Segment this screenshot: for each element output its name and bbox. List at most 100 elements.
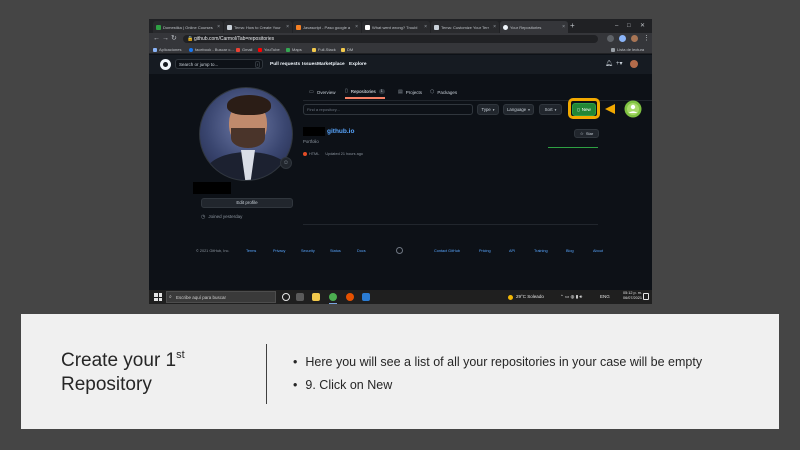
bookmark-youtube[interactable]: YouTube (258, 46, 280, 53)
user-avatar-small[interactable] (630, 60, 638, 68)
nav-marketplace[interactable]: Marketplace (317, 61, 345, 68)
package-icon: ⬡ (430, 89, 435, 95)
repository-name-link[interactable]: github.io (327, 127, 354, 136)
chevron-down-icon: ▾ (528, 107, 530, 112)
tab-packages[interactable]: ⬡ Packages (430, 85, 457, 99)
browser-tab[interactable]: Javascript - Paso google a × (293, 21, 361, 33)
minimize-icon[interactable]: – (615, 21, 618, 31)
system-clock[interactable]: 05:12 p. m. 06/07/2021 (623, 291, 642, 301)
browser-tab[interactable]: Domestika | Online Courses × (153, 21, 223, 33)
task-view-icon[interactable] (296, 293, 304, 301)
profile-avatar[interactable] (199, 87, 293, 181)
browser-tab[interactable]: What went wrong? Troubl × (362, 21, 430, 33)
plus-dropdown-icon[interactable]: +▾ (616, 60, 623, 69)
close-icon[interactable]: × (217, 24, 220, 30)
tab-projects[interactable]: ▤ Projects (398, 85, 422, 99)
footer-link[interactable]: API (509, 248, 515, 254)
type-filter-button[interactable]: Type ▾ (477, 104, 499, 115)
taskbar-search[interactable]: ⌕ (166, 291, 276, 303)
close-icon[interactable]: × (424, 24, 427, 30)
youtube-icon (258, 47, 262, 52)
extension-icon[interactable] (619, 35, 626, 42)
favicon-icon (434, 24, 439, 30)
weather-widget[interactable]: 29°C Soleado (508, 293, 544, 301)
activity-sparkline (548, 145, 598, 148)
bookmark-facebook[interactable]: facebook - Buscar c... (189, 46, 234, 53)
profile-avatar-icon[interactable] (631, 35, 638, 42)
reading-list[interactable]: Lista de lectura (611, 46, 644, 53)
window-close-icon[interactable]: ✕ (640, 21, 645, 31)
firefox-icon[interactable] (346, 293, 354, 301)
footer-link[interactable]: Security (301, 248, 315, 254)
find-repository-input[interactable] (307, 105, 467, 114)
pointer-arrow-icon (605, 100, 642, 118)
browser-tab[interactable]: Tema: Customize Your Terr × (431, 21, 499, 33)
repository-meta: HTML Updated 21 hours ago (303, 151, 363, 157)
nav-explore[interactable]: Explore (349, 61, 367, 68)
github-search[interactable]: / (175, 59, 263, 69)
footer-link[interactable]: Pricing (479, 248, 491, 254)
nav-pull-requests[interactable]: Pull requests (270, 61, 300, 68)
repo-icon: ▯ (345, 88, 348, 94)
footer-link[interactable]: Blog (566, 248, 574, 254)
word-icon[interactable] (362, 293, 370, 301)
caption-panel: Create your 1st Repository Here you will… (21, 314, 779, 429)
redacted-repo-owner (303, 127, 325, 136)
footer-link[interactable]: Training (534, 248, 548, 254)
footer-link[interactable]: Docs (357, 248, 366, 254)
tab-overview[interactable]: ▭ Overview (309, 85, 336, 99)
back-icon[interactable]: ← (153, 34, 160, 44)
tray-icons[interactable]: ⌃ ▭ ◍ ▮ 🔊︎ (560, 293, 582, 301)
close-icon[interactable]: × (355, 24, 358, 30)
browser-tab-active[interactable]: Your Repositories × (500, 21, 568, 33)
footer-link[interactable]: Contact GitHub (434, 248, 460, 254)
bookmark-dm[interactable]: DM (341, 46, 353, 53)
taskbar-search-input[interactable] (176, 293, 272, 301)
star-button[interactable]: ☆ Star (574, 129, 599, 138)
bookmark-apps[interactable]: Aplicaciones (153, 46, 181, 53)
set-status-icon[interactable]: ☺ (280, 157, 292, 169)
footer-link[interactable]: Status (330, 248, 341, 254)
language-filter-button[interactable]: Language ▾ (503, 104, 534, 115)
joined-info: ◷ Joined yesterday (201, 214, 243, 220)
repository-language: HTML (309, 152, 320, 156)
github-logo-icon[interactable] (160, 59, 171, 70)
chrome-icon[interactable] (329, 293, 337, 304)
github-header: / Pull requests Issues Marketplace Explo… (149, 55, 652, 74)
browser-tab[interactable]: Tema: How to Create Your × (224, 21, 292, 33)
tab-repositories[interactable]: ▯ Repositories 1 (345, 85, 385, 99)
footer-link[interactable]: Privacy (273, 248, 285, 254)
footer-link[interactable]: About (593, 248, 603, 254)
close-icon[interactable]: × (286, 24, 289, 30)
bookmark-maps[interactable]: Maps (286, 46, 302, 53)
omnibox[interactable]: 🔒 github.com/Carmol/Tab=repositories (183, 35, 598, 43)
cortana-icon[interactable] (282, 293, 290, 301)
new-tab-icon[interactable]: + (570, 21, 575, 31)
bell-icon[interactable]: 🔔︎ (605, 60, 613, 69)
language-color-dot (303, 152, 307, 156)
windows-start-icon[interactable] (154, 293, 162, 301)
file-explorer-icon[interactable] (312, 293, 320, 301)
reading-list-icon (611, 47, 615, 52)
chevron-down-icon: ▾ (492, 107, 495, 112)
folder-icon (341, 47, 345, 52)
footer-link[interactable]: Terms (246, 248, 256, 254)
find-repository[interactable] (303, 104, 473, 115)
input-language[interactable]: ENG (600, 293, 610, 301)
sort-filter-button[interactable]: Sort ▾ (539, 104, 562, 115)
edit-profile-button[interactable]: Edit profile (201, 198, 293, 208)
notifications-icon[interactable] (643, 293, 649, 300)
star-bookmark-icon[interactable] (607, 35, 614, 42)
close-icon[interactable]: × (493, 24, 496, 30)
facebook-icon (189, 47, 193, 52)
maximize-icon[interactable]: □ (627, 21, 631, 31)
reload-icon[interactable]: ↻ (171, 34, 177, 44)
bookmark-gmail[interactable]: Gmail (236, 46, 252, 53)
gmail-icon (236, 47, 240, 52)
bookmark-full-stack[interactable]: Full-Stack (312, 46, 336, 53)
close-icon[interactable]: × (562, 24, 565, 30)
nav-issues[interactable]: Issues (302, 61, 317, 68)
search-input[interactable] (179, 60, 251, 68)
forward-icon[interactable]: → (162, 34, 169, 44)
menu-dots-icon[interactable]: ⋮ (643, 34, 650, 44)
